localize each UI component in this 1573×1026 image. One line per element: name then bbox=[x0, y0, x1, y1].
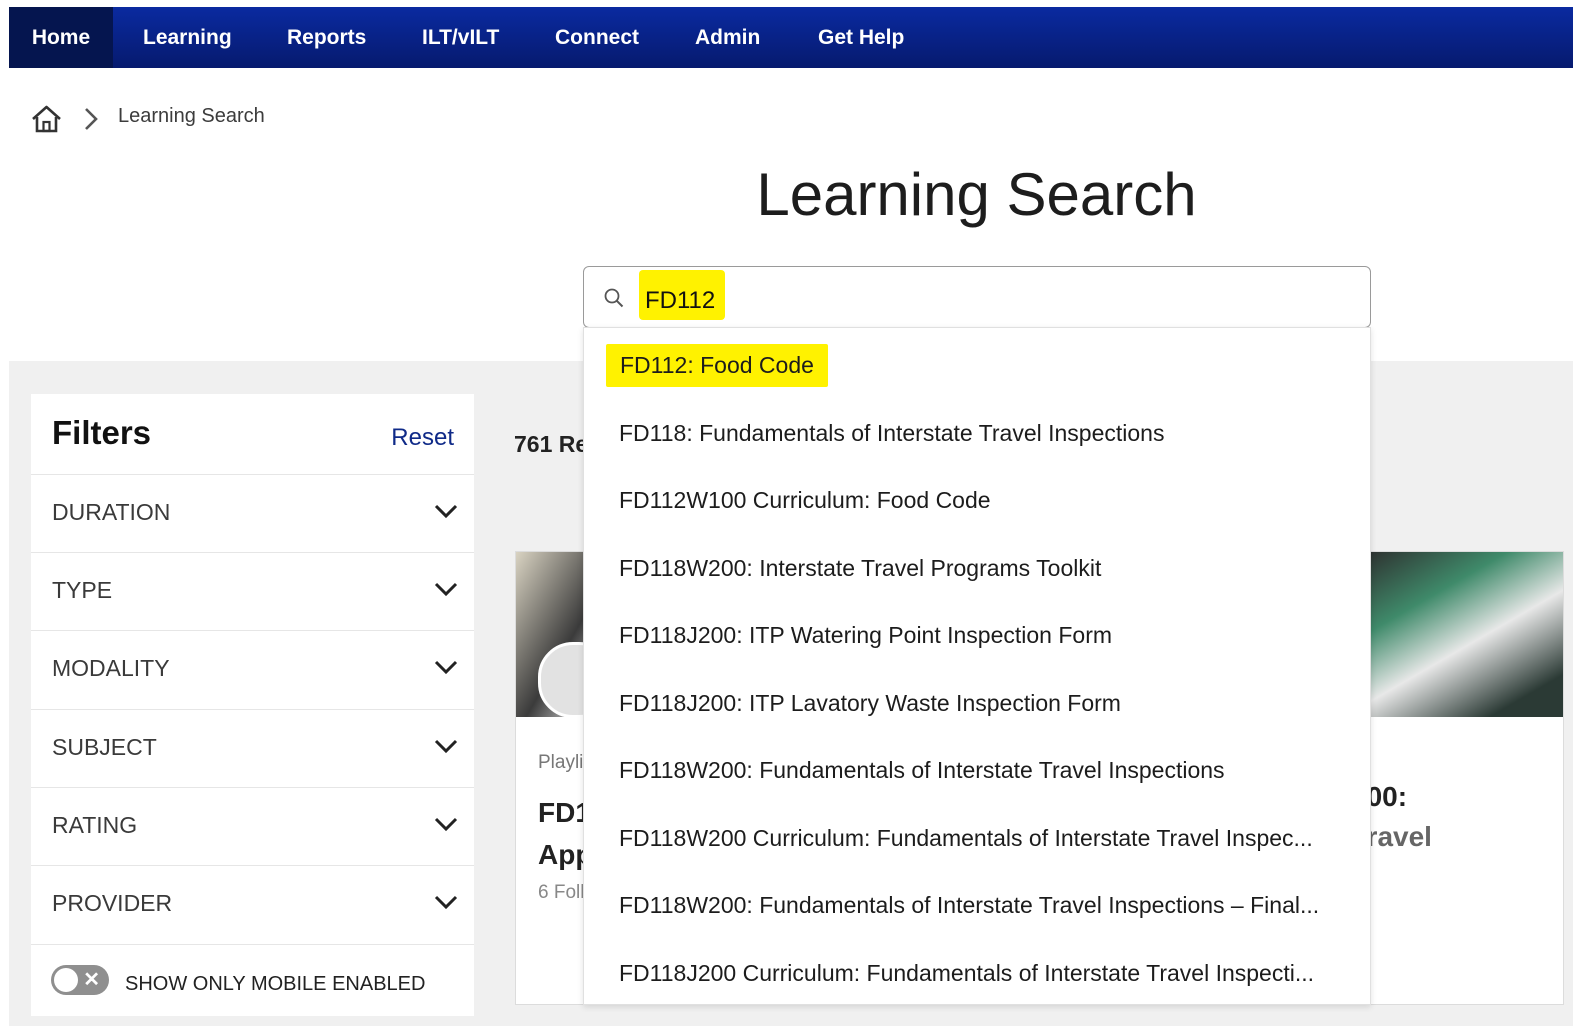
filter-type[interactable]: TYPE bbox=[31, 552, 474, 630]
card-thumbnail bbox=[1361, 552, 1563, 717]
breadcrumb-current: Learning Search bbox=[118, 105, 265, 127]
suggestion-label: FD118J200: ITP Lavatory Waste Inspection… bbox=[619, 690, 1121, 716]
nav-connect[interactable]: Connect bbox=[555, 7, 639, 68]
nav-home[interactable]: Home bbox=[9, 7, 113, 68]
result-card[interactable]: 200: Travel bbox=[1360, 551, 1564, 1005]
suggestion-label: FD118J200 Curriculum: Fundamentals of In… bbox=[619, 960, 1314, 986]
suggestion-label: FD118J200: ITP Watering Point Inspection… bbox=[619, 622, 1113, 648]
reset-filters-link[interactable]: Reset bbox=[391, 424, 454, 452]
page-title: Learning Search bbox=[756, 161, 1197, 228]
chevron-down-icon bbox=[434, 582, 458, 597]
filter-label: PROVIDER bbox=[52, 890, 173, 916]
mobile-enabled-row: ✕ SHOW ONLY MOBILE ENABLED bbox=[31, 944, 474, 1017]
search-icon bbox=[604, 288, 624, 308]
suggestion-label: FD112W100 Curriculum: Food Code bbox=[619, 487, 991, 513]
suggestion-item[interactable]: FD118W200: Fundamentals of Interstate Tr… bbox=[584, 871, 1370, 938]
chevron-down-icon bbox=[434, 660, 458, 675]
results-count: 761 Re bbox=[514, 431, 589, 457]
suggestion-item[interactable]: FD118W200: Interstate Travel Programs To… bbox=[584, 534, 1370, 601]
suggestion-label: FD118W200: Interstate Travel Programs To… bbox=[619, 555, 1102, 581]
suggestion-label: FD112: Food Code bbox=[606, 344, 828, 387]
card-type: Playli bbox=[538, 752, 584, 773]
suggestion-item[interactable]: FD118: Fundamentals of Interstate Travel… bbox=[584, 399, 1370, 466]
filter-label: SUBJECT bbox=[52, 734, 157, 760]
card-meta: 6 Foll bbox=[538, 882, 585, 903]
filter-subject[interactable]: SUBJECT bbox=[31, 709, 474, 787]
suggestion-label: FD118W200 Curriculum: Fundamentals of In… bbox=[619, 825, 1313, 851]
filter-label: DURATION bbox=[52, 499, 171, 525]
chevron-right-icon bbox=[85, 108, 98, 130]
mobile-enabled-toggle[interactable]: ✕ bbox=[51, 965, 109, 995]
filters-panel: Filters Reset DURATION TYPE MODALITY SUB… bbox=[31, 394, 474, 1016]
filter-label: TYPE bbox=[52, 577, 113, 603]
suggestion-item[interactable]: FD118J200: ITP Lavatory Waste Inspection… bbox=[584, 669, 1370, 736]
close-icon: ✕ bbox=[83, 969, 100, 991]
filter-label: MODALITY bbox=[52, 655, 170, 681]
filter-rating[interactable]: RATING bbox=[31, 787, 474, 865]
toggle-knob bbox=[54, 968, 78, 992]
nav-learning[interactable]: Learning bbox=[143, 7, 232, 68]
suggestion-label: FD118W200: Fundamentals of Interstate Tr… bbox=[619, 757, 1225, 783]
suggestion-label: FD118W200: Fundamentals of Interstate Tr… bbox=[619, 892, 1320, 918]
nav-ilt-vilt[interactable]: ILT/vILT bbox=[422, 7, 499, 68]
nav-reports[interactable]: Reports bbox=[287, 7, 366, 68]
suggestion-item[interactable]: FD118W200 Curriculum: Fundamentals of In… bbox=[584, 804, 1370, 871]
chevron-down-icon bbox=[434, 739, 458, 754]
search-input-value[interactable]: FD112 bbox=[639, 270, 726, 320]
chevron-down-icon bbox=[434, 817, 458, 832]
filters-title: Filters bbox=[52, 414, 152, 451]
suggestion-item[interactable]: FD112W100 Curriculum: Food Code bbox=[584, 466, 1370, 533]
chevron-down-icon bbox=[434, 504, 458, 519]
suggestion-label: FD118: Fundamentals of Interstate Travel… bbox=[619, 420, 1165, 446]
suggestion-item[interactable]: FD112: Food Code bbox=[584, 331, 1370, 398]
home-icon[interactable] bbox=[30, 104, 63, 134]
search-input[interactable]: FD112 bbox=[583, 266, 1371, 328]
top-navigation-bar: Home Learning Reports ILT/vILT Connect A… bbox=[9, 7, 1573, 68]
filter-provider[interactable]: PROVIDER bbox=[31, 865, 474, 943]
chevron-down-icon bbox=[434, 895, 458, 910]
mobile-enabled-label: SHOW ONLY MOBILE ENABLED bbox=[125, 973, 426, 995]
nav-admin[interactable]: Admin bbox=[695, 7, 760, 68]
filter-modality[interactable]: MODALITY bbox=[31, 630, 474, 708]
suggestion-item[interactable]: FD118J200: ITP Watering Point Inspection… bbox=[584, 601, 1370, 668]
suggestion-item[interactable]: FD118J200 Curriculum: Fundamentals of In… bbox=[584, 939, 1370, 1006]
suggestion-item[interactable]: FD118W200: Fundamentals of Interstate Tr… bbox=[584, 736, 1370, 803]
filter-duration[interactable]: DURATION bbox=[31, 474, 474, 552]
filter-label: RATING bbox=[52, 812, 138, 838]
nav-get-help[interactable]: Get Help bbox=[818, 7, 904, 68]
search-suggestions-dropdown: FD112: Food Code FD118: Fundamentals of … bbox=[583, 327, 1371, 1005]
